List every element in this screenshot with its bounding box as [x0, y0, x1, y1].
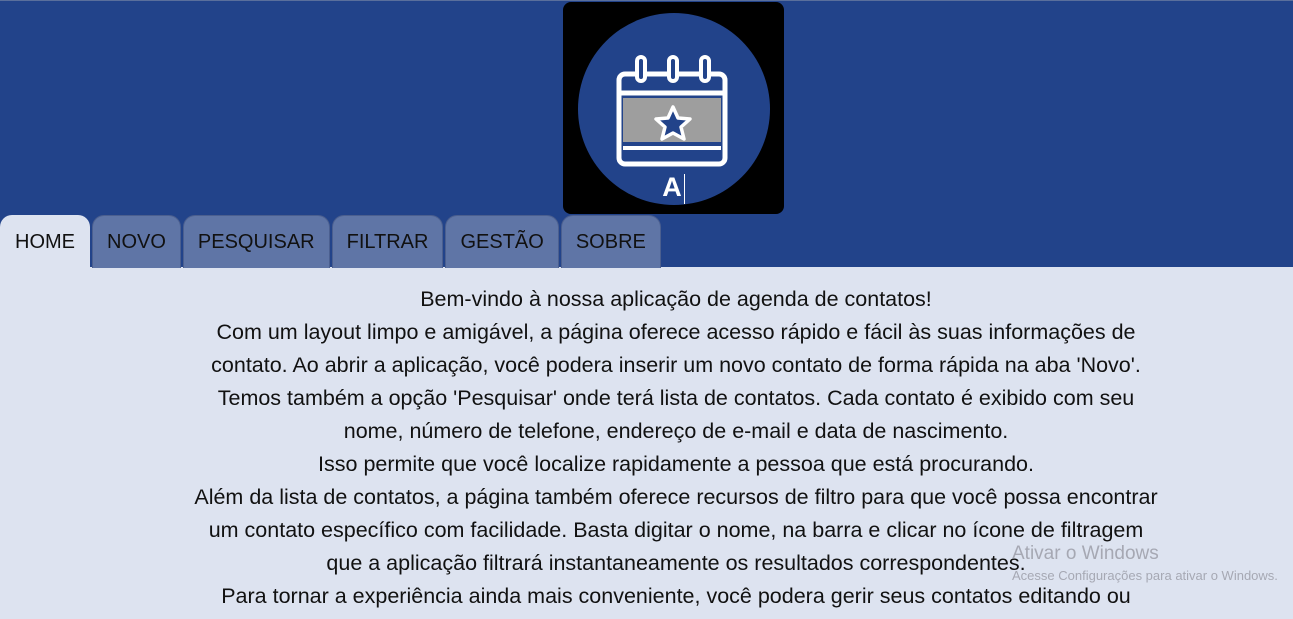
intro-line-6: Isso permite que você localize rapidamen… — [318, 452, 1034, 476]
watermark-subtitle: Acesse Configurações para ativar o Windo… — [1012, 568, 1278, 583]
intro-line-7: Além da lista de contatos, a página tamb… — [194, 485, 1158, 509]
intro-line-4: Temos também a opção 'Pesquisar' onde te… — [217, 386, 1135, 410]
intro-line-3: contato. Ao abrir a aplicação, você pode… — [211, 353, 1141, 377]
app-page: A HOME NOVO PESQUISAR FILTRAR GESTÃO SOB… — [0, 0, 1293, 619]
app-logo: A — [563, 2, 784, 214]
tab-home[interactable]: HOME — [0, 215, 90, 268]
intro-line-1: Bem-vindo à nossa aplicação de agenda de… — [420, 287, 932, 311]
header-banner: A HOME NOVO PESQUISAR FILTRAR GESTÃO SOB… — [0, 0, 1293, 268]
tab-pesquisar[interactable]: PESQUISAR — [182, 215, 330, 268]
tab-filtrar[interactable]: FILTRAR — [331, 215, 444, 268]
tab-bar: HOME NOVO PESQUISAR FILTRAR GESTÃO SOBRE — [0, 215, 663, 268]
windows-activation-watermark: Ativar o Windows Acesse Configurações pa… — [1012, 542, 1278, 586]
tab-sobre[interactable]: SOBRE — [560, 215, 661, 268]
intro-line-5: nome, número de telefone, endereço de e-… — [343, 419, 1009, 443]
tab-gestao[interactable]: GESTÃO — [445, 215, 559, 268]
tab-novo[interactable]: NOVO — [92, 215, 181, 268]
watermark-title: Ativar o Windows — [1012, 543, 1159, 564]
logo-letter: A — [563, 174, 784, 204]
intro-line-2: Com um layout limpo e amigável, a página… — [216, 320, 1136, 344]
